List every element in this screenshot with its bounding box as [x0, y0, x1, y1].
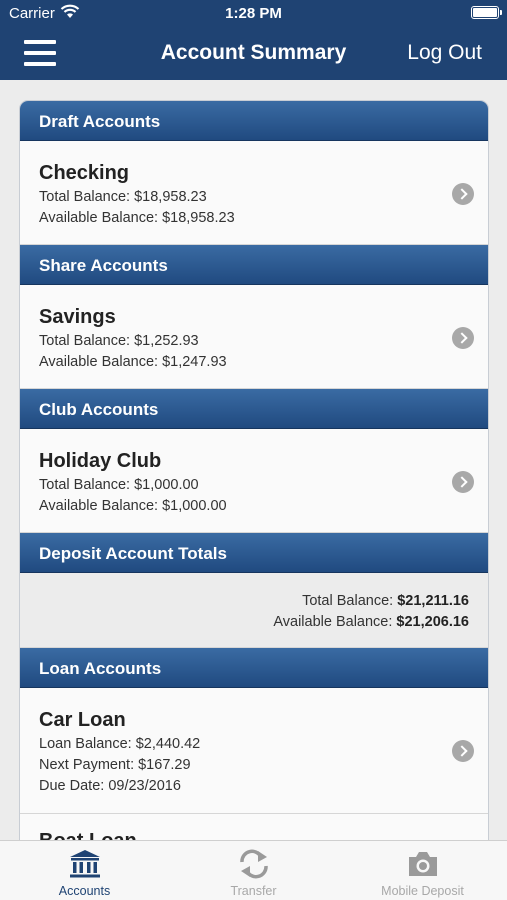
camera-icon [409, 852, 437, 876]
logout-button[interactable]: Log Out [407, 41, 482, 65]
deposit-totals: Total Balance: $21,211.16 Available Bala… [20, 573, 488, 648]
account-row-holiday-club[interactable]: Holiday Club Total Balance: $1,000.00 Av… [20, 429, 488, 533]
total-balance-label: Total Balance: [302, 593, 394, 609]
section-header-loan: Loan Accounts [20, 648, 488, 688]
total-balance: Total Balance: $18,958.23 [39, 189, 207, 205]
account-row-savings[interactable]: Savings Total Balance: $1,252.93 Availab… [20, 285, 488, 389]
account-row-boat-loan[interactable]: Boat Loan [20, 814, 488, 840]
tab-accounts[interactable]: Accounts [0, 841, 169, 900]
account-summary-card: Draft Accounts Checking Total Balance: $… [19, 100, 489, 840]
total-balance: Total Balance: $1,000.00 [39, 477, 199, 493]
transfer-arrows-icon [240, 849, 268, 879]
account-row-car-loan[interactable]: Car Loan Loan Balance: $2,440.42 Next Pa… [20, 688, 488, 814]
tab-transfer[interactable]: Transfer [169, 841, 338, 900]
due-date: Due Date: 09/23/2016 [39, 778, 181, 794]
account-name: Savings [39, 306, 116, 328]
clock: 1:28 PM [225, 5, 282, 22]
section-header-draft: Draft Accounts [20, 101, 488, 141]
loan-balance: Loan Balance: $2,440.42 [39, 736, 201, 752]
available-balance: Available Balance: $18,958.23 [39, 210, 235, 226]
account-name: Boat Loan [39, 830, 137, 840]
deposit-available-balance: Available Balance: $21,206.16 [273, 614, 469, 630]
available-balance: Available Balance: $1,247.93 [39, 354, 227, 370]
deposit-total-balance: Total Balance: $21,211.16 [302, 593, 469, 609]
nav-bar: Account Summary Log Out [0, 28, 507, 80]
section-header-club: Club Accounts [20, 389, 488, 429]
next-payment: Next Payment: $167.29 [39, 757, 191, 773]
account-name: Holiday Club [39, 450, 162, 472]
account-row-checking[interactable]: Checking Total Balance: $18,958.23 Avail… [20, 141, 488, 245]
tab-label: Accounts [58, 884, 111, 898]
chevron-right-icon[interactable] [452, 183, 474, 205]
total-balance: Total Balance: $1,252.93 [39, 333, 199, 349]
available-balance-label: Available Balance: [273, 614, 393, 630]
chevron-right-icon[interactable] [452, 740, 474, 762]
tab-mobile-deposit[interactable]: Mobile Deposit [338, 841, 507, 900]
section-header-share: Share Accounts [20, 245, 488, 285]
available-balance: Available Balance: $1,000.00 [39, 498, 227, 514]
account-name: Car Loan [39, 709, 126, 731]
section-header-deposit-totals: Deposit Account Totals [20, 533, 488, 573]
chevron-right-icon[interactable] [452, 471, 474, 493]
tab-label: Transfer [230, 884, 277, 898]
battery-icon [471, 6, 502, 19]
total-balance-value: $21,211.16 [397, 593, 469, 609]
account-list-area[interactable]: Draft Accounts Checking Total Balance: $… [0, 80, 507, 840]
tab-bar: Accounts Transfer Mobile Deposit [0, 840, 507, 900]
bank-icon [70, 850, 100, 878]
status-bar: Carrier 1:28 PM [0, 0, 507, 28]
chevron-right-icon[interactable] [452, 327, 474, 349]
tab-label: Mobile Deposit [381, 884, 464, 898]
available-balance-value: $21,206.16 [396, 614, 469, 630]
account-name: Checking [39, 162, 130, 184]
